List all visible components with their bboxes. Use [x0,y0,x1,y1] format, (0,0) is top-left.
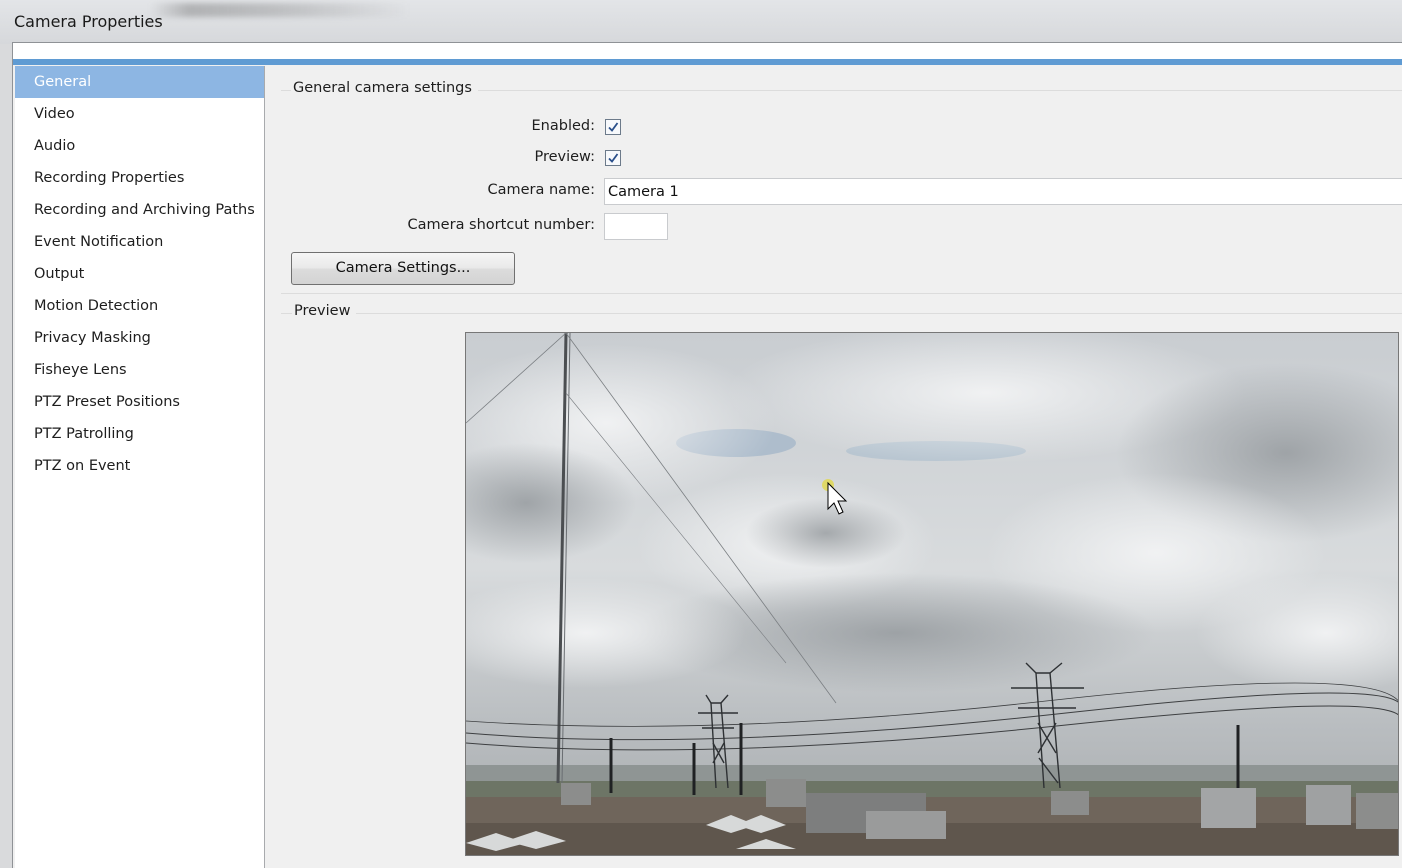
general-group-title: General camera settings [291,80,478,96]
preview-group-border [281,313,1402,314]
preview-group-title: Preview [292,303,357,319]
sidebar-item-motion-detection[interactable]: Motion Detection [15,290,264,322]
camera-name-input[interactable] [604,178,1402,205]
sidebar-item-ptz-preset-positions[interactable]: PTZ Preset Positions [15,386,264,418]
header-strip [13,43,1402,59]
camera-settings-button[interactable]: Camera Settings... [291,252,515,285]
settings-sidebar: General Video Audio Recording Properties… [15,66,265,868]
sidebar-item-ptz-patrolling[interactable]: PTZ Patrolling [15,418,264,450]
camera-feed-scene [466,333,1398,855]
sidebar-item-general[interactable]: General [15,66,264,98]
sidebar-item-output[interactable]: Output [15,258,264,290]
general-group-bottom-border [281,293,1402,294]
shortcut-number-input[interactable] [604,213,668,240]
enabled-checkbox[interactable] [605,119,621,135]
camera-properties-dialog: General Video Audio Recording Properties… [12,42,1402,868]
sidebar-item-audio[interactable]: Audio [15,130,264,162]
preview-label: Preview: [534,149,595,165]
window-title: Camera Properties [14,12,163,31]
sidebar-item-ptz-on-event[interactable]: PTZ on Event [15,450,264,482]
enabled-label: Enabled: [531,118,595,134]
sidebar-item-privacy-masking[interactable]: Privacy Masking [15,322,264,354]
shortcut-number-label: Camera shortcut number: [407,217,595,233]
sidebar-item-recording-archiving-paths[interactable]: Recording and Archiving Paths [15,194,264,226]
camera-name-label: Camera name: [487,182,595,198]
accent-divider [13,59,1402,65]
sidebar-item-recording-properties[interactable]: Recording Properties [15,162,264,194]
preview-checkbox[interactable] [605,150,621,166]
background-window-blur [150,3,410,17]
title-bar: Camera Properties [0,0,1402,44]
camera-preview-image [465,332,1399,856]
checkmark-icon [608,122,619,132]
sidebar-item-event-notification[interactable]: Event Notification [15,226,264,258]
sidebar-item-fisheye-lens[interactable]: Fisheye Lens [15,354,264,386]
checkmark-icon [608,153,619,163]
sidebar-item-video[interactable]: Video [15,98,264,130]
